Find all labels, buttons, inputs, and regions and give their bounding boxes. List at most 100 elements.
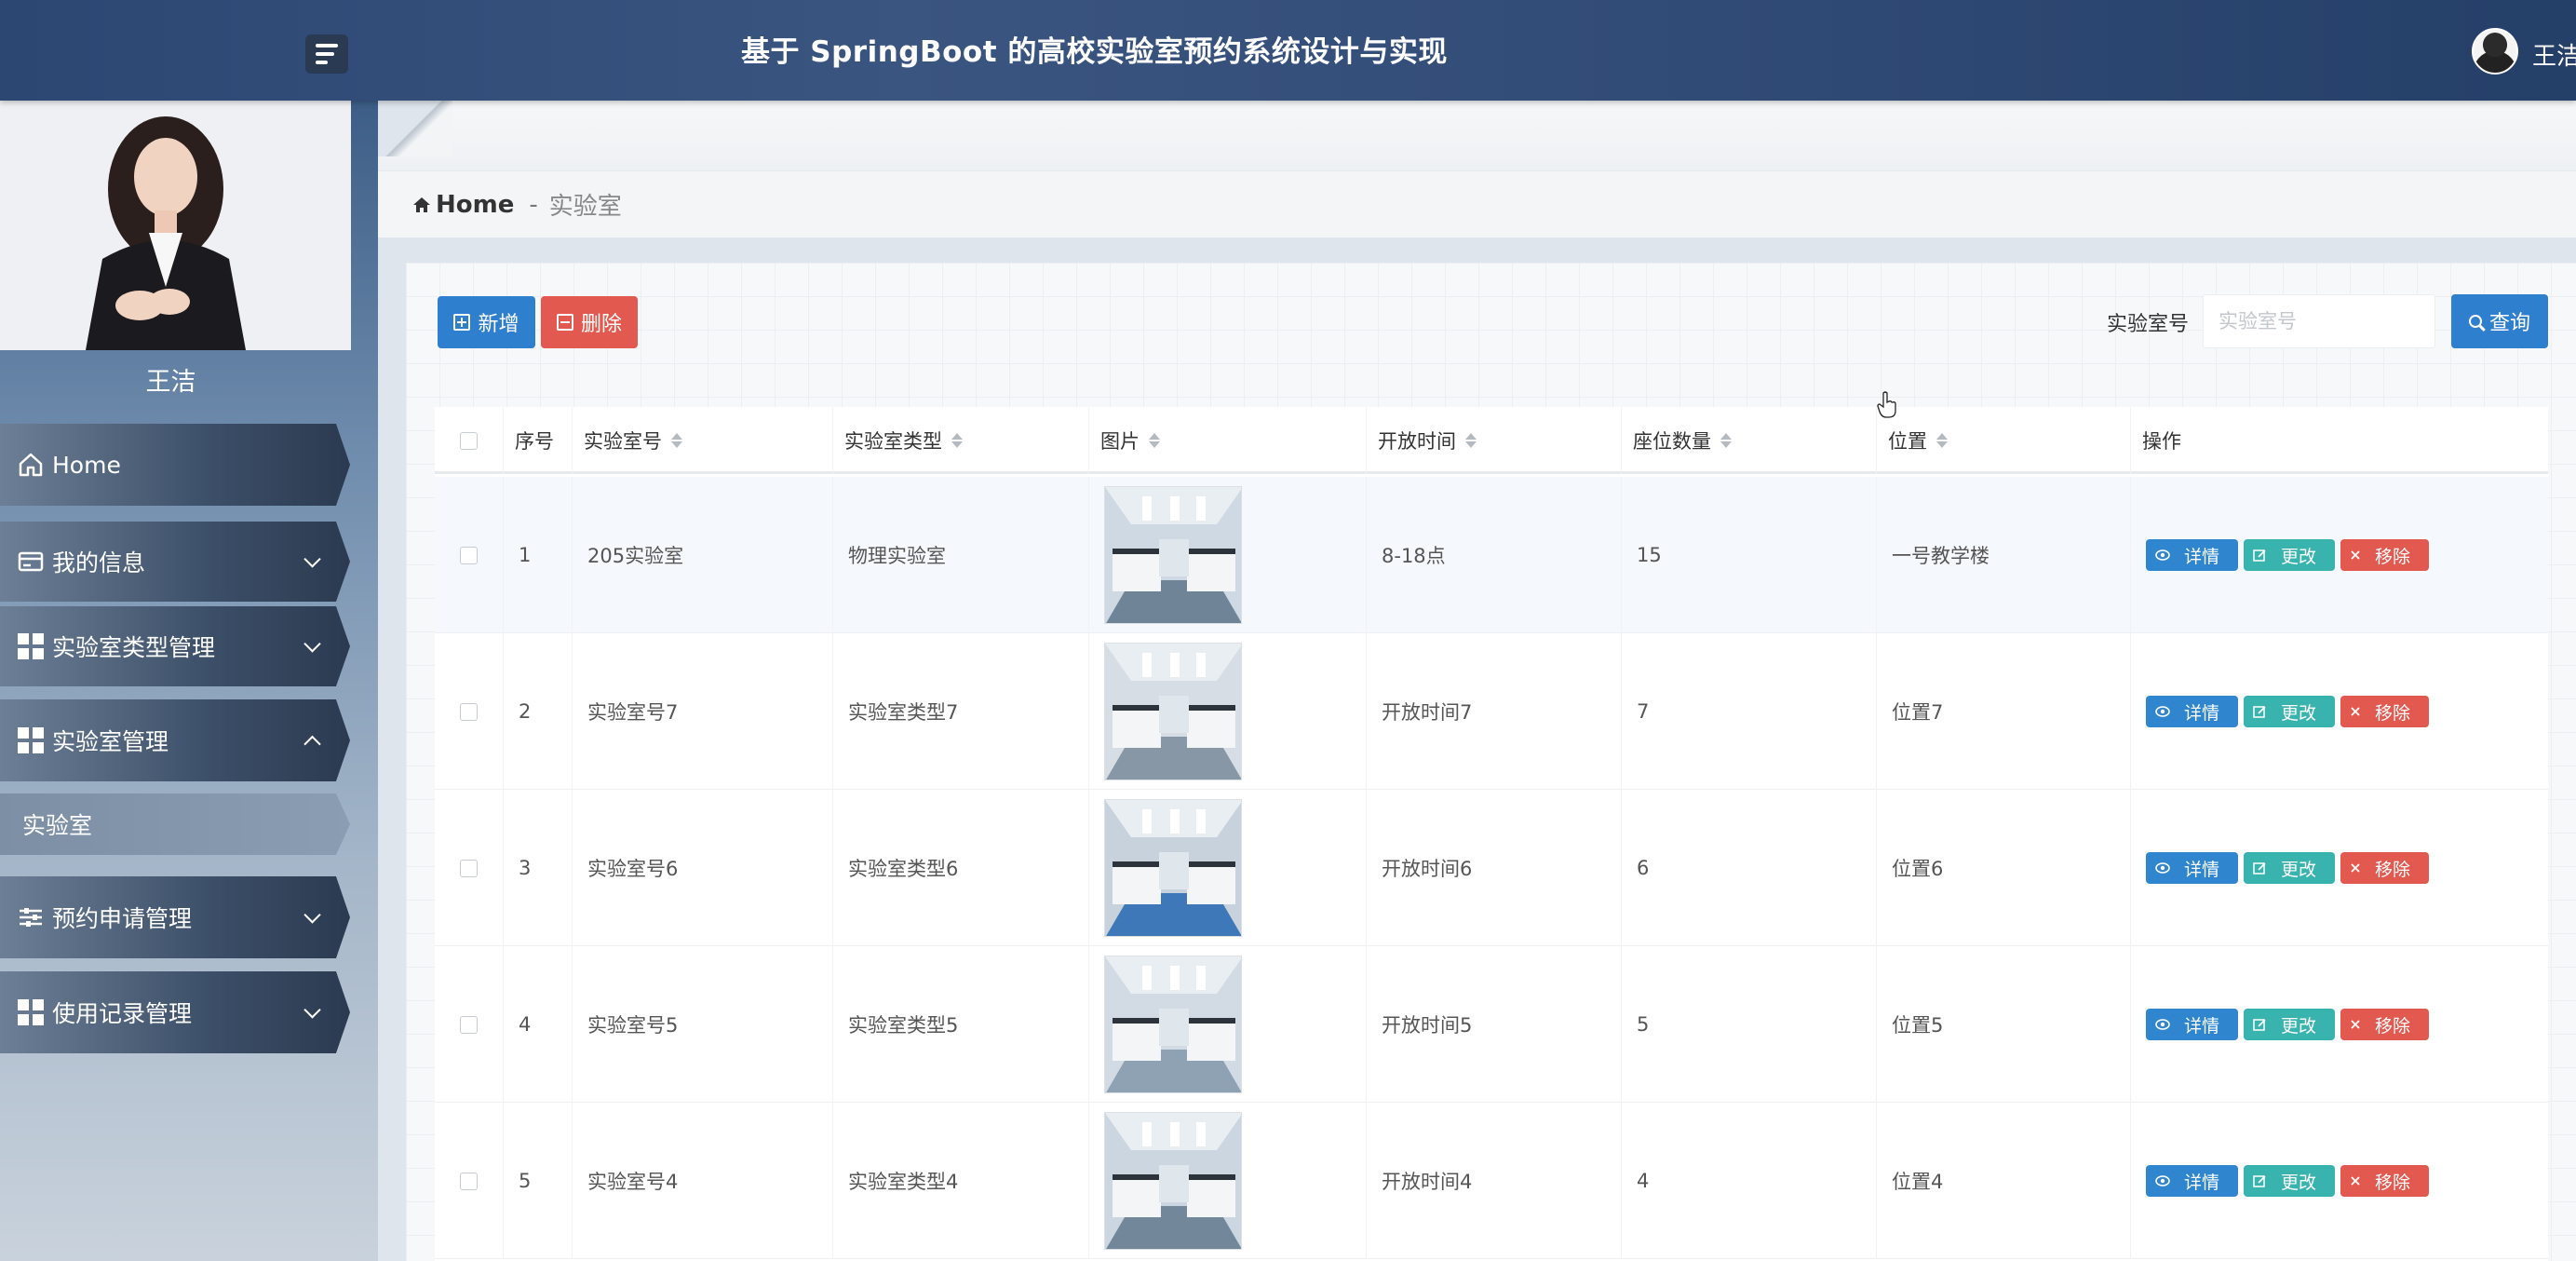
chevron-up-icon [303,735,321,753]
cell-actions: 详情 更改 移除 [2131,1103,2548,1259]
breadcrumb-separator: - [529,190,538,219]
cell-open-time: 开放时间4 [1367,1103,1622,1259]
cell-actions: 详情 更改 移除 [2131,633,2548,790]
cell-seats: 15 [1622,477,1877,633]
cell-index: 4 [504,946,573,1103]
remove-button[interactable]: 移除 [2340,1009,2430,1040]
remove-button[interactable]: 移除 [2340,539,2430,571]
edit-button[interactable]: 更改 [2244,539,2336,571]
cell-open-time: 开放时间7 [1367,633,1622,790]
sidebar-item-lab[interactable]: 实验室 [0,793,350,855]
data-table: 序号 实验室号 实验室类型 图片 开放时间 座位数量 位置 操作 1 205实验… [435,407,2548,1261]
lab-photo[interactable] [1104,643,1242,780]
add-button[interactable]: 新增 [438,296,535,348]
edit-icon [2253,549,2266,562]
column-header-type[interactable]: 实验室类型 [833,407,1089,474]
column-header-image[interactable]: 图片 [1089,407,1367,474]
sort-icon[interactable] [951,433,963,448]
cell-image [1089,633,1367,790]
profile-name: 王洁 [145,368,196,397]
cell-open-time: 8-18点 [1367,477,1622,633]
cell-type: 实验室类型7 [833,633,1089,790]
cell-image [1089,790,1367,946]
search-label: 实验室号 [2107,313,2190,336]
sidebar-item-home[interactable]: Home [0,424,350,506]
delete-button[interactable]: 删除 [541,296,638,348]
cell-actions: 详情 更改 移除 [2131,946,2548,1103]
close-icon [2351,1020,2360,1029]
sort-icon[interactable] [1149,433,1160,448]
column-header-seats[interactable]: 座位数量 [1622,407,1877,474]
sidebar-item-lab-management[interactable]: 实验室管理 [0,699,350,781]
detail-button[interactable]: 详情 [2146,852,2239,884]
column-header-open-time[interactable]: 开放时间 [1367,407,1622,474]
cell-seats: 4 [1622,1103,1877,1259]
cell-location: 一号教学楼 [1877,477,2131,633]
row-checkbox[interactable] [460,1172,478,1190]
row-checkbox[interactable] [460,546,478,564]
edit-button[interactable]: 更改 [2244,696,2336,727]
lab-photo[interactable] [1104,1112,1242,1250]
row-select-cell [435,790,504,946]
grid-icon [17,726,45,754]
column-header-index: 序号 [504,407,573,474]
table-header: 序号 实验室号 实验室类型 图片 开放时间 座位数量 位置 操作 [435,407,2548,474]
user-avatar[interactable] [2472,28,2518,75]
remove-button[interactable]: 移除 [2340,852,2430,884]
close-icon [2351,1176,2360,1186]
lab-photo[interactable] [1104,956,1242,1093]
remove-button[interactable]: 移除 [2340,1165,2430,1197]
sidebar-item-label: 实验室管理 [52,728,169,755]
eye-icon [2155,549,2170,561]
cell-open-time: 开放时间5 [1367,946,1622,1103]
edit-button[interactable]: 更改 [2244,1165,2336,1197]
select-all-checkbox[interactable] [460,431,478,450]
home-icon [17,451,45,479]
row-checkbox[interactable] [460,1015,478,1034]
lab-photo[interactable] [1104,799,1242,937]
edit-button[interactable]: 更改 [2244,1009,2336,1040]
edit-icon [2253,1174,2266,1187]
column-header-location[interactable]: 位置 [1877,407,2131,474]
row-checkbox[interactable] [460,859,478,877]
lab-photo[interactable] [1104,486,1242,624]
sort-icon[interactable] [671,433,682,448]
search-input[interactable] [2203,294,2435,348]
row-checkbox[interactable] [460,702,478,721]
detail-button[interactable]: 详情 [2146,696,2239,727]
cell-index: 2 [504,633,573,790]
sidebar: 王洁 Home 我的信息 实验室类型管理 实验室管理 实验室 预约申请管理 使用 [0,101,378,1261]
plus-square-icon [453,314,471,331]
breadcrumb-home[interactable]: Home [411,191,514,219]
row-select-cell [435,946,504,1103]
page-curl-decoration [378,101,452,156]
chevron-down-icon [303,550,321,568]
cell-actions: 详情 更改 移除 [2131,477,2548,633]
sidebar-item-label: Home [52,451,121,479]
detail-button[interactable]: 详情 [2146,1165,2239,1197]
detail-button[interactable]: 详情 [2146,539,2239,571]
search-button[interactable]: 查询 [2451,294,2548,348]
cell-seats: 5 [1622,946,1877,1103]
column-header-room[interactable]: 实验室号 [573,407,833,474]
cell-seats: 7 [1622,633,1877,790]
close-icon [2351,550,2360,560]
sort-icon[interactable] [1936,433,1948,448]
sidebar-item-usage-record-management[interactable]: 使用记录管理 [0,971,350,1053]
content-top-strip [378,101,2576,170]
edit-button[interactable]: 更改 [2244,852,2336,884]
cell-location: 位置6 [1877,790,2131,946]
sidebar-item-my-info[interactable]: 我的信息 [0,522,350,602]
detail-button[interactable]: 详情 [2146,1009,2239,1040]
cell-image [1089,477,1367,633]
sort-icon[interactable] [1720,433,1732,448]
eye-icon [2155,1019,2170,1030]
menu-toggle-icon[interactable] [305,34,348,74]
sort-icon[interactable] [1465,433,1477,448]
user-name[interactable]: 王洁 [2532,37,2576,72]
table-row: 5 实验室号4 实验室类型4 开放时间4 4 位置4 详情 更改 移除 [435,1103,2548,1259]
remove-button[interactable]: 移除 [2340,696,2430,727]
eye-icon [2155,862,2170,874]
sidebar-item-lab-type-management[interactable]: 实验室类型管理 [0,606,350,686]
sidebar-item-reservation-management[interactable]: 预约申请管理 [0,876,350,958]
